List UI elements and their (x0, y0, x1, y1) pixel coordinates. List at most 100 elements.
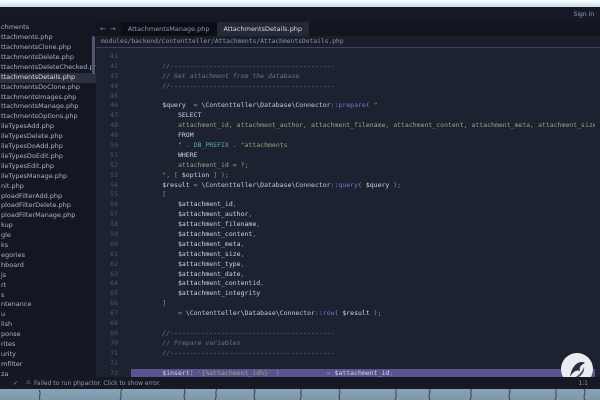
code-line-text: attachment_id, attachment_author, attach… (131, 121, 595, 131)
file-tree-item-file[interactable]: ttachmentsDetails.php (0, 73, 96, 83)
warning-icon: ⚠ (26, 380, 34, 386)
file-tree-item-folder[interactable]: kup (0, 221, 96, 231)
code-line[interactable]: 71 //-----------------------------------… (96, 349, 600, 359)
line-number: 67 (96, 309, 118, 319)
code-line[interactable]: 53 ", [ $option ] ); (96, 171, 600, 181)
code-line-selected[interactable]: 73 $insert[ '{%attachment_id%}' ] = $att… (96, 369, 600, 378)
code-line[interactable]: 57 $attachment_author, (96, 210, 600, 220)
code-line[interactable]: 65 $attachment_integrity (96, 289, 600, 299)
file-tree-item-folder[interactable]: js (0, 271, 96, 281)
code-line[interactable]: 64 $attachment_contentid, (96, 279, 600, 289)
code-line[interactable]: 51 WHERE (96, 151, 600, 161)
code-line-text: $attachment_content, (131, 230, 595, 240)
code-line[interactable]: 44 //-----------------------------------… (96, 82, 600, 92)
file-tree-item-folder[interactable]: ks (0, 241, 96, 251)
file-tree-item-folder[interactable]: lish (0, 320, 96, 330)
code-line-text: $query = \Contentteller\Database\Connect… (131, 101, 595, 111)
breadcrumb-bar: modules/backend/Contentteller/Attachment… (96, 36, 600, 48)
code-line[interactable]: 58 $attachment_filename, (96, 220, 600, 230)
file-tree-item-file[interactable]: ttachmentsDeleteChecked.php (0, 63, 96, 73)
file-tree-item-file[interactable]: ttachmentsDoClone.php (0, 83, 96, 93)
file-tree-item-file[interactable]: ileTypesManage.php (0, 172, 96, 182)
file-tree-item-file[interactable]: ttachmentsManage.php (0, 102, 96, 112)
code-line[interactable]: 55 [ (96, 190, 600, 200)
code-line[interactable]: 59 $attachment_content, (96, 230, 600, 240)
sign-in-link[interactable]: Sign in (574, 11, 594, 18)
file-tree-item-folder[interactable]: gle (0, 231, 96, 241)
line-number: 50 (96, 141, 118, 151)
open-tabs: AttachmentsManage.phpAttachmentsDetails.… (121, 22, 309, 36)
code-line[interactable]: 66 ] (96, 299, 600, 309)
forward-arrow-icon[interactable]: → (110, 25, 116, 33)
file-tree-item-file[interactable]: ileTypesDoAdd.php (0, 142, 96, 152)
file-tree-item-folder[interactable]: u (0, 310, 96, 320)
code-line[interactable]: 41 (96, 52, 600, 62)
code-line[interactable]: 49 FROM (96, 131, 600, 141)
file-tree-item-file[interactable]: ileTypesAdd.php (0, 122, 96, 132)
file-tree-item-folder[interactable]: rites (0, 340, 96, 350)
code-line[interactable]: 47 SELECT (96, 111, 600, 121)
code-line[interactable]: 62 $attachment_type, (96, 260, 600, 270)
line-number: 61 (96, 250, 118, 260)
code-line[interactable]: 45 (96, 92, 600, 102)
code-line-text: = \Contentteller\Database\Connector::row… (131, 309, 595, 319)
code-line[interactable]: 42 //-----------------------------------… (96, 62, 600, 72)
code-line-text: $attachment_size, (131, 250, 595, 260)
code-line[interactable]: 52 attachment_id = ?; (96, 161, 600, 171)
file-tree-item-folder[interactable]: ntenance (0, 300, 96, 310)
file-tree-item-folder[interactable]: urity (0, 350, 96, 360)
code-line[interactable]: 61 $attachment_size, (96, 250, 600, 260)
line-number: 65 (96, 289, 118, 299)
file-tree-item-folder[interactable]: ponse (0, 330, 96, 340)
file-tree-item-file[interactable]: ttachmentsImages.php (0, 93, 96, 103)
file-tree-item-file[interactable]: ploadFilterAdd.php (0, 192, 96, 202)
file-tree-sidebar[interactable]: chmentsttachments.phpttachmentsClone.php… (0, 22, 96, 377)
file-tree-item-file[interactable]: ttachmentsDelete.php (0, 53, 96, 63)
file-tree-item-file[interactable]: ileTypesDelete.php (0, 132, 96, 142)
sidebar-scrollbar-thumb[interactable] (92, 36, 95, 74)
file-tree-item-folder[interactable]: mfilter (0, 360, 96, 370)
file-tree-item-folder[interactable]: chments (0, 23, 96, 33)
tab-active[interactable]: AttachmentsDetails.php (217, 22, 309, 36)
line-number: 73 (96, 369, 118, 378)
code-line-text: $result = \Contentteller\Database\Connec… (131, 181, 595, 191)
code-editor[interactable]: 4142 //---------------------------------… (96, 48, 600, 377)
breadcrumb[interactable]: modules/backend/Contentteller/Attachment… (96, 38, 344, 45)
status-bar: ✓ ⚠ Failed to run phpactor. Click to sho… (0, 377, 600, 389)
code-line-text (131, 319, 595, 329)
file-tree-item-file[interactable]: ileTypesEdit.php (0, 162, 96, 172)
code-line[interactable]: 54 $result = \Contentteller\Database\Con… (96, 181, 600, 191)
status-message[interactable]: Failed to run phpactor. Click to show er… (34, 380, 161, 387)
file-tree-item-file[interactable]: ploadFilterManage.php (0, 211, 96, 221)
code-line[interactable]: 70 // Prepare variables (96, 339, 600, 349)
code-line-text: $attachment_integrity (131, 289, 595, 299)
code-line[interactable]: 60 $attachment_meta, (96, 240, 600, 250)
code-line[interactable]: 69 //-----------------------------------… (96, 329, 600, 339)
code-line[interactable]: 43 // Get attachment from the database (96, 72, 600, 82)
code-line[interactable]: 63 $attachment_date, (96, 270, 600, 280)
line-number: 47 (96, 111, 118, 121)
file-tree-item-file[interactable]: ttachmentsClone.php (0, 43, 96, 53)
file-tree-item-file[interactable]: ttachmentsOptions.php (0, 112, 96, 122)
file-tree-item-file[interactable]: ttachments.php (0, 33, 96, 43)
code-line[interactable]: 56 $attachment_id, (96, 200, 600, 210)
file-tree-item-file[interactable]: nit.php (0, 182, 96, 192)
code-line-text: WHERE (131, 151, 595, 161)
file-tree-item-folder[interactable]: s (0, 291, 96, 301)
code-line[interactable]: 48 attachment_id, attachment_author, att… (96, 121, 600, 131)
code-line[interactable]: 68 (96, 319, 600, 329)
file-tree-item-file[interactable]: ileTypesDoEdit.php (0, 152, 96, 162)
tab-inactive[interactable]: AttachmentsManage.php (121, 22, 217, 36)
file-tree-item-file[interactable]: ploadFilterDelete.php (0, 201, 96, 211)
file-tree-item-folder[interactable]: hboard (0, 261, 96, 271)
code-line[interactable]: 46 $query = \Contentteller\Database\Conn… (96, 101, 600, 111)
check-icon[interactable]: ✓ (0, 380, 26, 387)
file-tree-item-folder[interactable]: za (0, 370, 96, 377)
code-line[interactable]: 50 " . DB_PREFIX . "attachments (96, 141, 600, 151)
file-tree-item-folder[interactable]: egories (0, 251, 96, 261)
file-tree-item-folder[interactable]: rt (0, 281, 96, 291)
back-arrow-icon[interactable]: ← (100, 25, 106, 33)
line-number: 63 (96, 270, 118, 280)
code-line[interactable]: 67 = \Contentteller\Database\Connector::… (96, 309, 600, 319)
code-line[interactable]: 72 (96, 359, 600, 369)
